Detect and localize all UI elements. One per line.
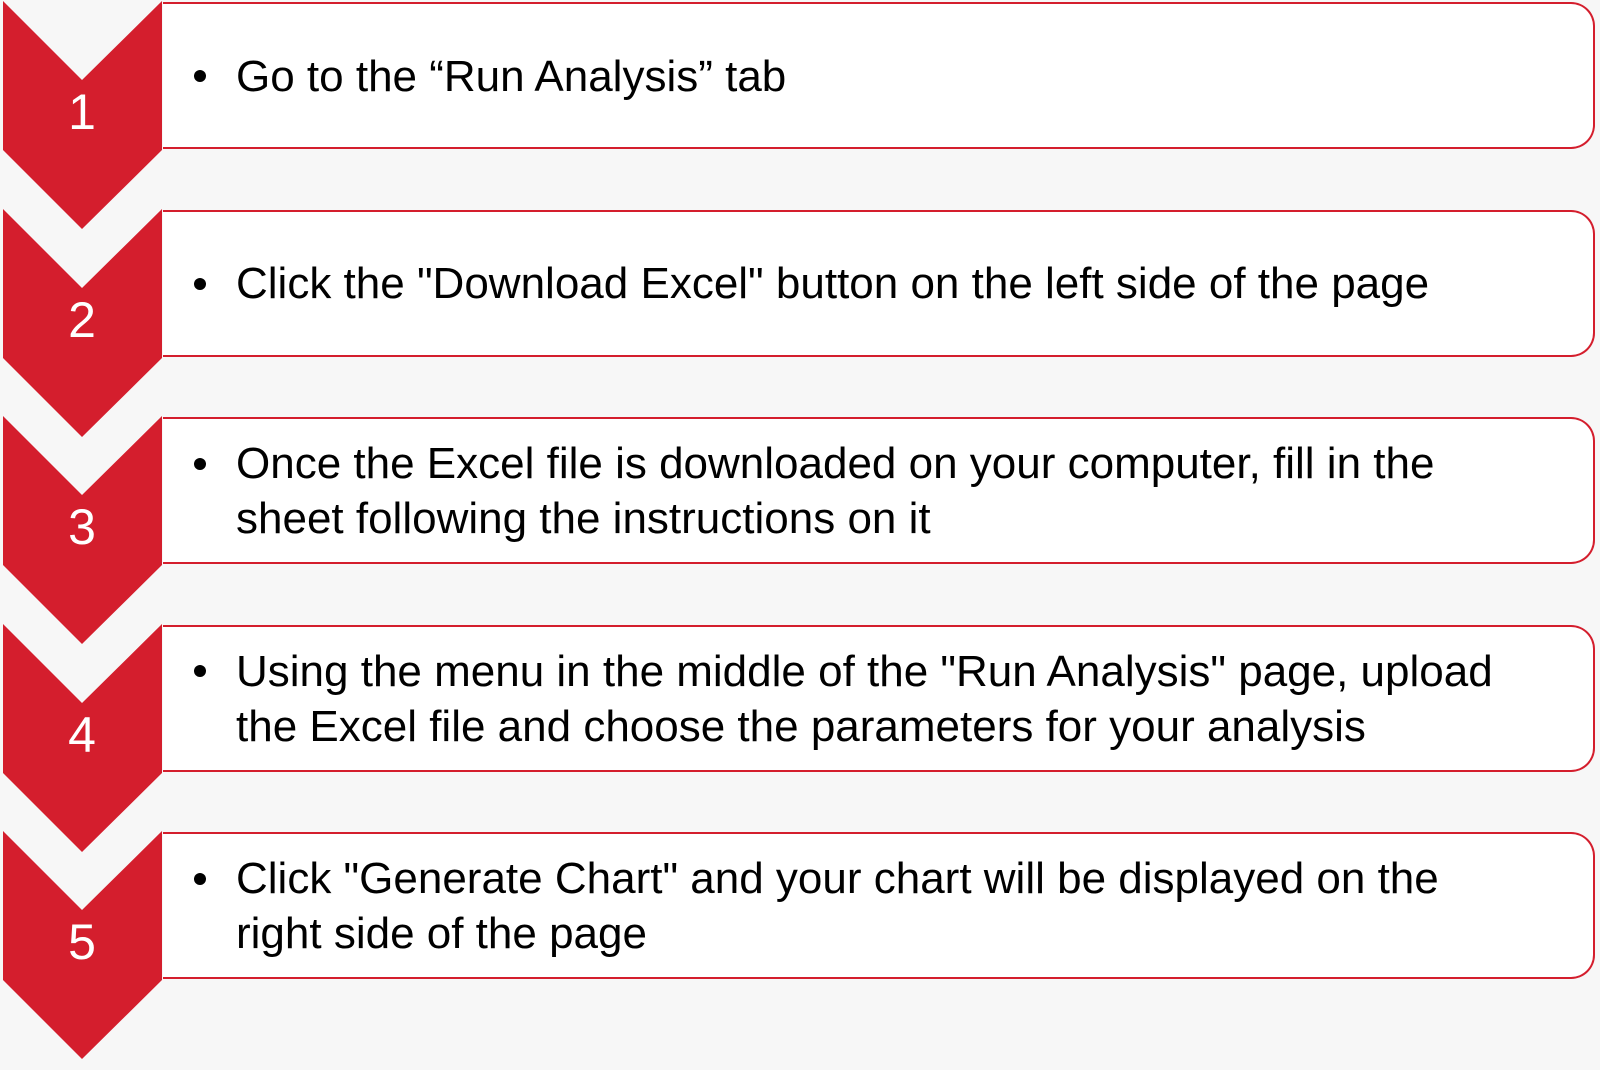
bullet-icon xyxy=(194,277,206,290)
step-description: Go to the “Run Analysis” tab xyxy=(236,49,1566,104)
step-description-line: Click "Generate Chart" and your chart wi… xyxy=(236,854,1439,903)
step-description-line: right side of the page xyxy=(236,909,647,958)
bullet-icon xyxy=(194,70,206,82)
step-description: Using the menu in the middle of the "Run… xyxy=(236,644,1566,754)
step-number: 1 xyxy=(68,84,96,140)
step-description-line: Once the Excel file is downloaded on you… xyxy=(236,439,1435,488)
step-number: 2 xyxy=(68,291,96,348)
step-description-line: the Excel file and choose the parameters… xyxy=(236,701,1366,751)
bullet-icon xyxy=(194,872,206,885)
process-diagram: 1 Go to the “Run Analysis” tab 2 Click the … xyxy=(0,0,1600,1067)
step-description: Click the "Download Excel" button on the… xyxy=(236,256,1566,311)
step-2: 2 Click the "Download Excel" button on th… xyxy=(0,208,1600,448)
bullet-icon xyxy=(194,457,206,470)
step-description: Once the Excel file is downloaded on you… xyxy=(236,436,1566,546)
step-3: 3 Once the Excel file is downloaded on yo… xyxy=(0,415,1600,655)
step-description: Click "Generate Chart" and your chart wi… xyxy=(236,851,1566,961)
step-description-line: sheet following the instructions on it xyxy=(236,494,931,543)
step-description-line: Go to the “Run Analysis” tab xyxy=(236,51,787,101)
step-number: 4 xyxy=(68,706,96,763)
step-number: 3 xyxy=(68,499,96,555)
step-5: 5 Click "Generate Chart" and your chart w… xyxy=(0,830,1600,1070)
step-1: 1 Go to the “Run Analysis” tab xyxy=(0,0,1600,240)
step-description-line: Click the "Download Excel" button on the… xyxy=(236,259,1430,308)
bullet-icon xyxy=(194,665,206,677)
step-description-line: Using the menu in the middle of the "Run… xyxy=(236,646,1493,696)
step-4: 4 Using the menu in the middle of the "Ru… xyxy=(0,623,1600,863)
step-number: 5 xyxy=(68,914,96,970)
